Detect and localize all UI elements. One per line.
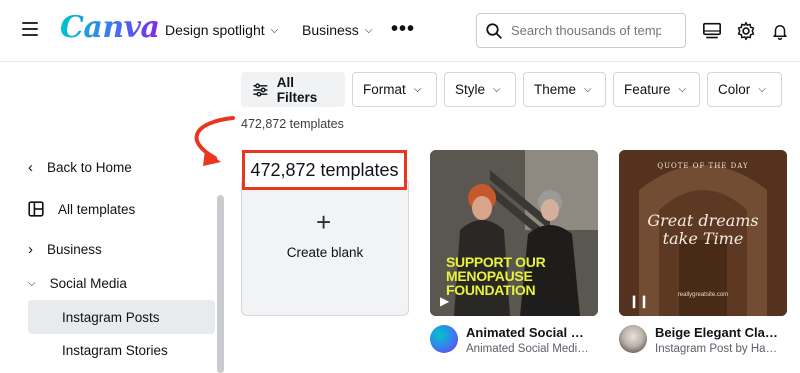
template-thumbnail[interactable]: QUOTE OF THE DAY Great dreams take Time … <box>619 150 787 316</box>
nav-business[interactable]: Business ⌵ <box>302 22 372 38</box>
filter-theme-button[interactable]: Theme ⌵ <box>523 72 606 107</box>
sidebar-label: Instagram Posts <box>62 309 160 325</box>
filter-style-button[interactable]: Style ⌵ <box>444 72 516 107</box>
template-subtitle: Animated Social Media ... <box>466 343 594 355</box>
filter-label: Feature <box>624 82 671 97</box>
sidebar-label: Business <box>47 241 102 257</box>
plus-icon: + <box>316 207 332 237</box>
search-box[interactable] <box>476 13 686 48</box>
sidebar-label: Social Media <box>49 275 127 291</box>
chevron-down-icon: ⌵ <box>413 84 422 95</box>
chevron-right-icon: › <box>28 240 33 258</box>
play-icon: ▶ <box>440 294 450 308</box>
all-filters-button[interactable]: All Filters <box>241 72 345 107</box>
template-image-text-line: Great dreams <box>647 211 759 230</box>
filter-sliders-icon <box>253 82 268 97</box>
create-blank-label: Create blank <box>286 245 364 260</box>
template-meta[interactable]: Animated Social Me... Animated Social Me… <box>430 325 594 355</box>
search-icon <box>486 22 502 39</box>
menu-icon[interactable] <box>22 22 38 36</box>
layout-icon <box>28 201 44 217</box>
filter-color-button[interactable]: Color ⌵ <box>707 72 782 107</box>
chevron-down-icon: ⌵ <box>28 277 36 289</box>
result-count-small: 472,872 templates <box>241 117 344 131</box>
filter-label: Color <box>718 82 751 97</box>
template-image-text: SUPPORT OUR MENOPAUSE FOUNDATION <box>446 254 546 298</box>
more-options-button[interactable]: ••• <box>391 18 415 41</box>
template-title[interactable]: Animated Social Me... <box>466 325 594 340</box>
template-title[interactable]: Beige Elegant Classi... <box>655 325 783 340</box>
canva-logo[interactable]: Canva <box>60 10 160 45</box>
nav-label: Business <box>302 22 359 38</box>
bell-icon[interactable] <box>769 20 791 42</box>
creator-avatar <box>430 325 458 353</box>
template-image-text-line: take Time <box>662 229 744 248</box>
filter-format-button[interactable]: Format ⌵ <box>352 72 437 107</box>
chevron-left-icon: ‹ <box>28 158 33 176</box>
template-image-text: Great dreams take Time <box>619 212 787 248</box>
chevron-down-icon: ⌵ <box>364 24 373 36</box>
gear-icon[interactable] <box>735 20 757 42</box>
sidebar-label: Instagram Stories <box>62 342 168 358</box>
chevron-down-icon: ⌵ <box>678 84 687 95</box>
chevron-down-icon: ⌵ <box>758 84 766 95</box>
sidebar-item-business[interactable]: › Business <box>28 232 215 266</box>
template-meta[interactable]: Beige Elegant Classi... Instagram Post b… <box>619 325 783 355</box>
top-bar: Canva Design spotlight ⌵ Business ⌵ ••• <box>0 0 800 62</box>
filter-label: Style <box>455 82 486 97</box>
filter-label: Theme <box>534 82 577 97</box>
result-count-highlighted: 472,872 templates <box>242 150 407 190</box>
chevron-down-icon: ⌵ <box>493 84 501 95</box>
pause-icon: ❙❙ <box>629 294 650 308</box>
sidebar-item-social-media[interactable]: ⌵ Social Media <box>28 266 215 300</box>
sidebar-item-instagram-stories[interactable]: Instagram Stories <box>28 333 215 367</box>
back-to-home-link[interactable]: ‹ Back to Home <box>28 150 215 184</box>
template-thumbnail[interactable]: SUPPORT OUR MENOPAUSE FOUNDATION ▶ <box>430 150 598 316</box>
template-subtitle: Instagram Post by Hann... <box>655 343 783 355</box>
creator-avatar <box>619 325 647 353</box>
chevron-down-icon: ⌵ <box>270 24 279 36</box>
back-label: Back to Home <box>47 159 132 175</box>
filter-feature-button[interactable]: Feature ⌵ <box>613 72 700 107</box>
sidebar-item-instagram-posts[interactable]: Instagram Posts <box>28 300 215 334</box>
nav-label: Design spotlight <box>165 22 265 38</box>
chevron-down-icon: ⌵ <box>584 84 592 95</box>
sidebar-item-all-templates[interactable]: All templates <box>28 192 215 226</box>
sidebar-scrollbar[interactable] <box>217 195 224 373</box>
template-image-text: QUOTE OF THE DAY <box>657 162 749 170</box>
desktop-app-icon[interactable] <box>701 20 723 42</box>
all-filters-label: All Filters <box>276 74 318 105</box>
sidebar-label: All templates <box>58 201 136 217</box>
nav-design-spotlight[interactable]: Design spotlight ⌵ <box>165 22 278 38</box>
search-input[interactable] <box>511 23 661 38</box>
filter-label: Format <box>363 82 406 97</box>
